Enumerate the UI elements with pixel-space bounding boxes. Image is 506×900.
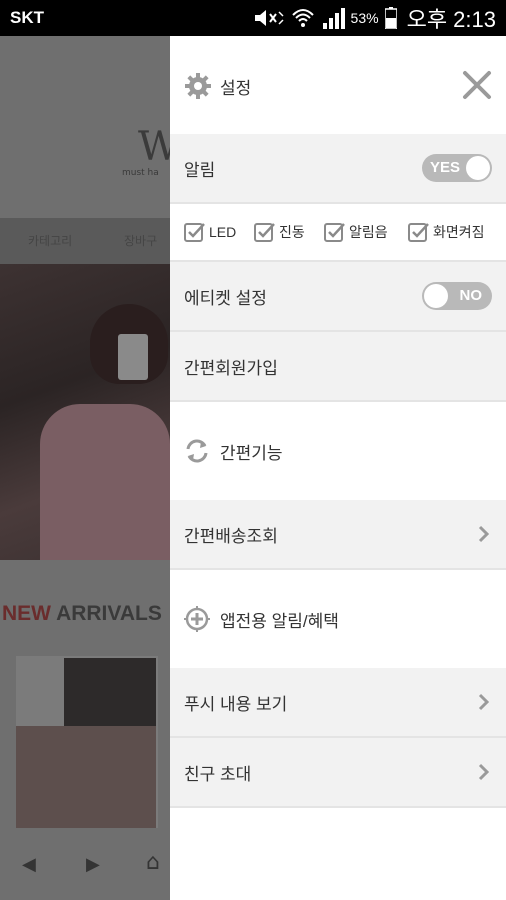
- push-view-label: 푸시 내용 보기: [184, 695, 288, 714]
- settings-drawer: 설정 알림 YES LED 진동 알림음 화면켜짐 에티켓 설정 NO 간편회원…: [170, 36, 506, 900]
- easy-signup-row[interactable]: 간편회원가입: [170, 332, 506, 400]
- option-label: 화면켜짐: [433, 224, 485, 240]
- etiquette-toggle[interactable]: NO: [422, 282, 492, 310]
- battery-icon: [384, 7, 397, 29]
- drawer-title: 설정: [220, 79, 252, 98]
- toggle-knob: [424, 284, 448, 308]
- easy-delivery-row[interactable]: 간편배송조회: [170, 500, 506, 568]
- prev-arrow-icon: ◀: [22, 854, 36, 875]
- bg-section-title: NEW ARRIVALS: [2, 602, 162, 625]
- battery-percent: 53%: [350, 10, 379, 26]
- carrier-label: SKT: [10, 8, 44, 27]
- easy-delivery-label: 간편배송조회: [184, 527, 278, 546]
- push-view-row[interactable]: 푸시 내용 보기: [170, 668, 506, 736]
- bg-nav-item: 카테고리: [28, 234, 73, 248]
- chevron-right-icon: [478, 763, 490, 781]
- option-label: LED: [209, 224, 237, 240]
- clock: 오후 2:13: [406, 7, 496, 32]
- wifi-icon: [291, 9, 314, 27]
- gear-icon: [185, 73, 211, 99]
- mute-icon: [254, 10, 284, 26]
- easy-features-label: 간편기능: [220, 443, 283, 463]
- bg-product-thumb: [16, 656, 158, 828]
- invite-friends-row[interactable]: 친구 초대: [170, 738, 506, 806]
- bg-tagline: must ha: [122, 168, 159, 178]
- checkbox-checked-icon: [324, 223, 345, 242]
- etiquette-row[interactable]: 에티켓 설정 NO: [170, 262, 506, 330]
- notification-options: LED 진동 알림음 화면켜짐: [170, 204, 506, 260]
- easy-features-header: 간편기능: [170, 402, 506, 500]
- bg-nav-item: 장바구: [124, 234, 158, 248]
- notification-label: 알림: [184, 161, 216, 180]
- bg-banner-image: [0, 264, 170, 560]
- app-benefits-header: 앱전용 알림/혜택: [170, 570, 506, 668]
- app-benefits-label: 앱전용 알림/혜택: [220, 611, 339, 631]
- checkbox-checked-icon: [184, 223, 205, 242]
- option-vibrate[interactable]: 진동: [254, 221, 305, 243]
- background-page[interactable]: W must ha 카테고리 장바구 NEW ARRIVALS ◀ ▶ ⌂: [0, 36, 170, 900]
- option-label: 진동: [279, 224, 305, 240]
- home-icon: ⌂: [146, 850, 160, 875]
- signal-icon: [322, 8, 345, 29]
- toggle-text: NO: [459, 287, 483, 304]
- toggle-knob: [466, 156, 490, 180]
- checkbox-checked-icon: [408, 223, 429, 242]
- next-arrow-icon: ▶: [86, 854, 100, 875]
- bg-nav: 카테고리 장바구: [0, 218, 170, 264]
- option-sound[interactable]: 알림음: [324, 221, 388, 243]
- refresh-icon: [186, 439, 208, 463]
- notification-toggle[interactable]: YES: [422, 154, 492, 182]
- chevron-right-icon: [478, 693, 490, 711]
- close-icon[interactable]: [462, 70, 492, 100]
- bg-logo: W: [138, 124, 170, 170]
- option-label: 알림음: [349, 224, 388, 240]
- divider: [170, 806, 506, 808]
- status-bar: SKT 53% 오후 2:13: [0, 0, 506, 36]
- etiquette-label: 에티켓 설정: [184, 289, 267, 308]
- chevron-right-icon: [478, 525, 490, 543]
- invite-friends-label: 친구 초대: [184, 765, 252, 784]
- option-screen-on[interactable]: 화면켜짐: [408, 221, 485, 243]
- plus-target-icon: [184, 606, 210, 632]
- easy-signup-label: 간편회원가입: [184, 359, 278, 378]
- option-led[interactable]: LED: [184, 221, 236, 243]
- status-icons: 53% 오후 2:13: [253, 4, 496, 32]
- checkbox-checked-icon: [254, 223, 275, 242]
- toggle-text: YES: [430, 159, 461, 176]
- notification-row[interactable]: 알림 YES: [170, 134, 506, 202]
- drawer-header: 설정: [170, 36, 506, 134]
